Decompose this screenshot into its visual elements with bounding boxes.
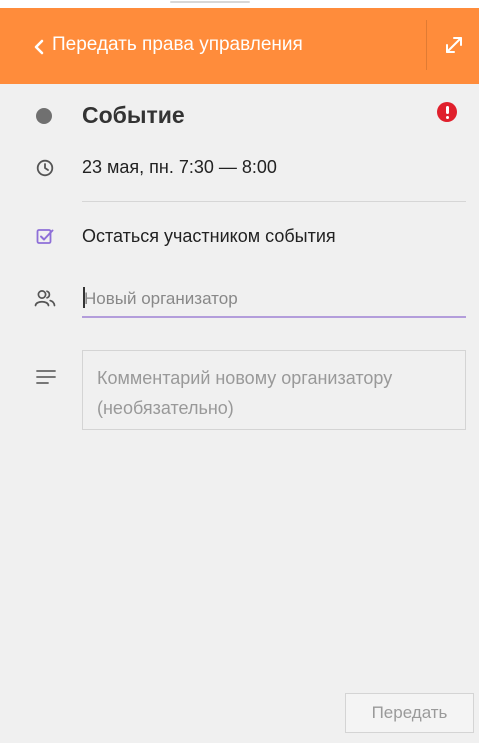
divider [82,201,466,202]
comment-lines-icon [36,370,56,384]
clock-icon [36,159,54,177]
stay-participant-checkbox[interactable] [36,228,54,246]
top-strip-line [170,1,250,3]
event-status-dot [36,108,52,124]
event-title: Событие [82,102,185,128]
new-organizer-input[interactable] [82,282,466,318]
people-icon [34,290,56,307]
alert-icon-dot [445,115,449,119]
header-divider [426,20,427,70]
comment-textarea[interactable] [82,350,466,430]
header-title: Передать права управления [52,34,303,55]
top-strip [0,0,479,8]
alert-icon-bar [445,106,449,114]
alert-icon[interactable] [437,102,457,122]
stay-participant-label[interactable]: Остаться участником события [82,226,336,247]
text-caret [83,287,85,308]
back-button[interactable] [24,32,54,62]
expand-icon [446,37,462,53]
event-date-time: 23 мая, пн. 7:30 — 8:00 [82,157,277,177]
expand-button[interactable] [441,32,467,58]
submit-button[interactable]: Передать [345,693,474,733]
chevron-left-icon [34,39,44,55]
header: Передать права управления [0,8,479,84]
